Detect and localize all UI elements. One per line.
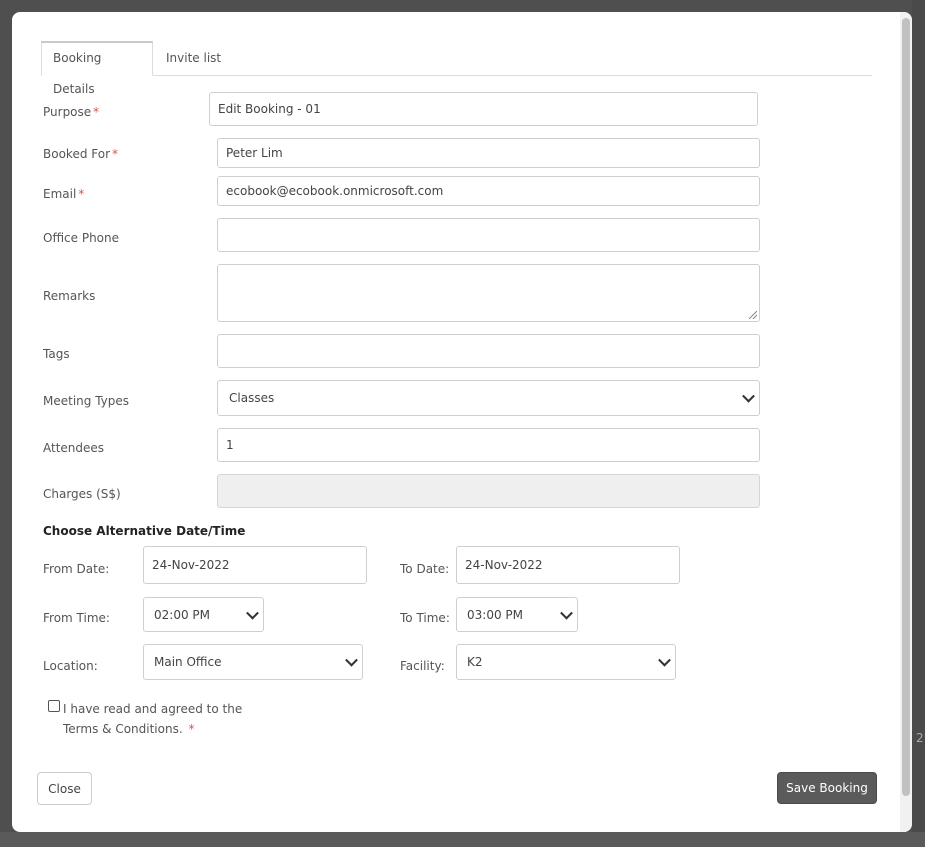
from-date-value: 24-Nov-2022: [152, 558, 230, 572]
resize-grip-icon[interactable]: [749, 311, 757, 319]
tags-input[interactable]: [217, 334, 760, 368]
purpose-input[interactable]: Edit Booking - 01: [209, 92, 758, 126]
attendees-value: 1: [226, 438, 234, 452]
location-label: Location:: [43, 659, 98, 673]
purpose-label: Purpose *: [43, 105, 100, 119]
meeting-types-select[interactable]: Classes: [217, 380, 760, 416]
remarks-label: Remarks: [43, 289, 96, 303]
from-time-value: 02:00 PM: [154, 607, 210, 622]
to-time-select[interactable]: 03:00 PM: [456, 597, 578, 632]
terms-line-1: I have read and agreed to the: [63, 702, 243, 716]
backdrop-right: [912, 0, 925, 847]
to-time-value: 03:00 PM: [467, 607, 523, 622]
facility-label: Facility:: [400, 659, 445, 673]
chevron-down-icon: [345, 653, 358, 667]
tab-booking-details[interactable]: Booking Details: [41, 41, 153, 96]
terms-checkbox[interactable]: [48, 700, 60, 712]
charges-input: [217, 474, 760, 508]
office-phone-label: Office Phone: [43, 231, 120, 245]
booked-for-input[interactable]: Peter Lim: [217, 138, 760, 168]
remarks-textarea[interactable]: [217, 264, 760, 322]
from-time-label: From Time:: [43, 611, 110, 625]
terms-line-2[interactable]: Terms & Conditions. *: [63, 719, 242, 739]
backdrop-bottom: [0, 832, 925, 847]
close-button[interactable]: Close: [37, 772, 92, 805]
purpose-value: Edit Booking - 01: [218, 102, 321, 116]
from-date-label: From Date:: [43, 562, 110, 576]
meeting-types-label: Meeting Types: [43, 394, 130, 408]
facility-select[interactable]: K2: [456, 644, 676, 680]
to-date-input[interactable]: 24-Nov-2022: [456, 546, 680, 584]
email-label: Email *: [43, 187, 85, 201]
attendees-input[interactable]: 1: [217, 428, 760, 462]
from-date-input[interactable]: 24-Nov-2022: [143, 546, 367, 584]
facility-value: K2: [467, 655, 483, 669]
email-input[interactable]: ecobook@ecobook.onmicrosoft.com: [217, 176, 760, 206]
to-time-label: To Time:: [400, 611, 450, 625]
chevron-down-icon: [742, 389, 755, 403]
modal-scrollbar[interactable]: [900, 12, 912, 832]
booked-for-label: Booked For *: [43, 147, 119, 161]
charges-label: Charges (S$): [43, 487, 121, 501]
location-select[interactable]: Main Office: [143, 644, 363, 680]
tab-invite-list[interactable]: Invite list: [155, 41, 232, 74]
meeting-types-value: Classes: [229, 391, 275, 405]
location-value: Main Office: [154, 655, 222, 669]
chevron-down-icon: [658, 653, 671, 667]
alternative-date-title: Choose Alternative Date/Time: [43, 524, 246, 538]
to-date-label: To Date:: [400, 562, 450, 576]
terms-text: I have read and agreed to the Terms & Co…: [63, 699, 242, 739]
save-booking-button[interactable]: Save Booking: [777, 772, 877, 804]
booked-for-value: Peter Lim: [226, 146, 283, 160]
tab-bar: Booking Details Invite list: [41, 41, 872, 96]
email-value: ecobook@ecobook.onmicrosoft.com: [226, 184, 444, 198]
chevron-down-icon: [560, 606, 573, 620]
attendees-label: Attendees: [43, 441, 105, 455]
booking-modal: Booking Details Invite list Purpose * Edi…: [12, 12, 912, 832]
to-date-value: 24-Nov-2022: [465, 558, 543, 572]
backdrop-edge-text: 2: [916, 731, 924, 745]
office-phone-input[interactable]: [217, 218, 760, 252]
scrollbar-thumb[interactable]: [902, 18, 910, 796]
backdrop-top: [0, 0, 925, 12]
from-time-select[interactable]: 02:00 PM: [143, 597, 264, 632]
chevron-down-icon: [246, 606, 259, 620]
tags-label: Tags: [43, 347, 70, 361]
